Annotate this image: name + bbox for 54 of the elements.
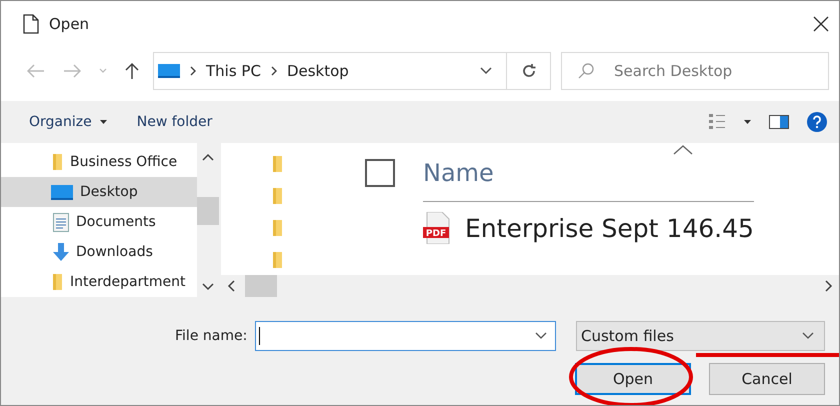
window-title: Open <box>49 15 90 33</box>
breadcrumb[interactable]: This PC <box>206 62 261 80</box>
document-icon <box>23 14 39 34</box>
scroll-thumb[interactable] <box>197 197 219 225</box>
sidebar-item[interactable]: Documents <box>1 207 197 237</box>
refresh-button[interactable] <box>507 52 551 90</box>
monitor-icon <box>51 184 73 200</box>
folder-icon <box>273 155 283 173</box>
text-cursor <box>259 327 260 345</box>
sidebar-item[interactable]: Business Office <box>1 147 197 177</box>
new-folder-button[interactable]: New folder <box>130 110 218 134</box>
open-button[interactable]: Open <box>575 363 691 395</box>
preview-pane-icon[interactable] <box>769 115 789 129</box>
sidebar-item[interactable]: Interdepartment <box>1 267 197 297</box>
help-icon[interactable] <box>807 112 827 132</box>
refresh-icon <box>520 63 536 79</box>
column-header[interactable]: Name <box>423 159 494 187</box>
sidebar-item[interactable]: Desktop <box>1 177 197 207</box>
chevron-right-icon <box>190 66 196 76</box>
search-field[interactable]: Search Desktop <box>561 52 829 90</box>
caret-icon[interactable] <box>744 120 751 124</box>
dropdown-icon <box>802 332 814 340</box>
folder-icon <box>273 219 283 237</box>
scroll-thumb[interactable] <box>245 275 277 297</box>
file-type-dropdown[interactable]: Custom files <box>576 321 825 351</box>
monitor-icon <box>158 63 180 79</box>
file-item[interactable]: PDF Enterprise Sept 146.45 <box>423 201 754 244</box>
file-name-field[interactable] <box>255 321 556 351</box>
folder-icon <box>53 273 63 291</box>
sort-up-icon <box>673 145 693 155</box>
download-arrow-icon <box>53 243 69 261</box>
organize-menu[interactable]: Organize <box>23 110 113 134</box>
document-icon <box>53 212 69 232</box>
chevron-left-icon <box>227 280 235 292</box>
cancel-button[interactable]: Cancel <box>709 363 825 395</box>
breadcrumb[interactable]: Desktop <box>286 62 349 80</box>
chevron-down-icon <box>202 283 214 291</box>
folder-icon <box>273 187 283 205</box>
field-label: File name: <box>175 328 248 344</box>
dropdown-icon[interactable] <box>480 67 492 75</box>
dropdown-icon[interactable] <box>535 332 547 340</box>
view-options-icon[interactable] <box>708 113 726 131</box>
select-all-checkbox[interactable] <box>365 159 395 187</box>
address-bar[interactable]: This PC Desktop <box>153 52 507 90</box>
folder-icon <box>273 251 283 269</box>
close-icon[interactable] <box>813 16 829 32</box>
chevron-right-icon <box>270 66 277 76</box>
search-icon <box>577 62 595 80</box>
folder-icon <box>53 153 63 171</box>
chevron-right-icon <box>825 280 833 292</box>
chevron-up-icon <box>202 153 214 161</box>
caret-icon <box>100 120 107 124</box>
sidebar-item[interactable]: Downloads <box>1 237 197 267</box>
up-arrow-icon[interactable] <box>125 62 139 80</box>
